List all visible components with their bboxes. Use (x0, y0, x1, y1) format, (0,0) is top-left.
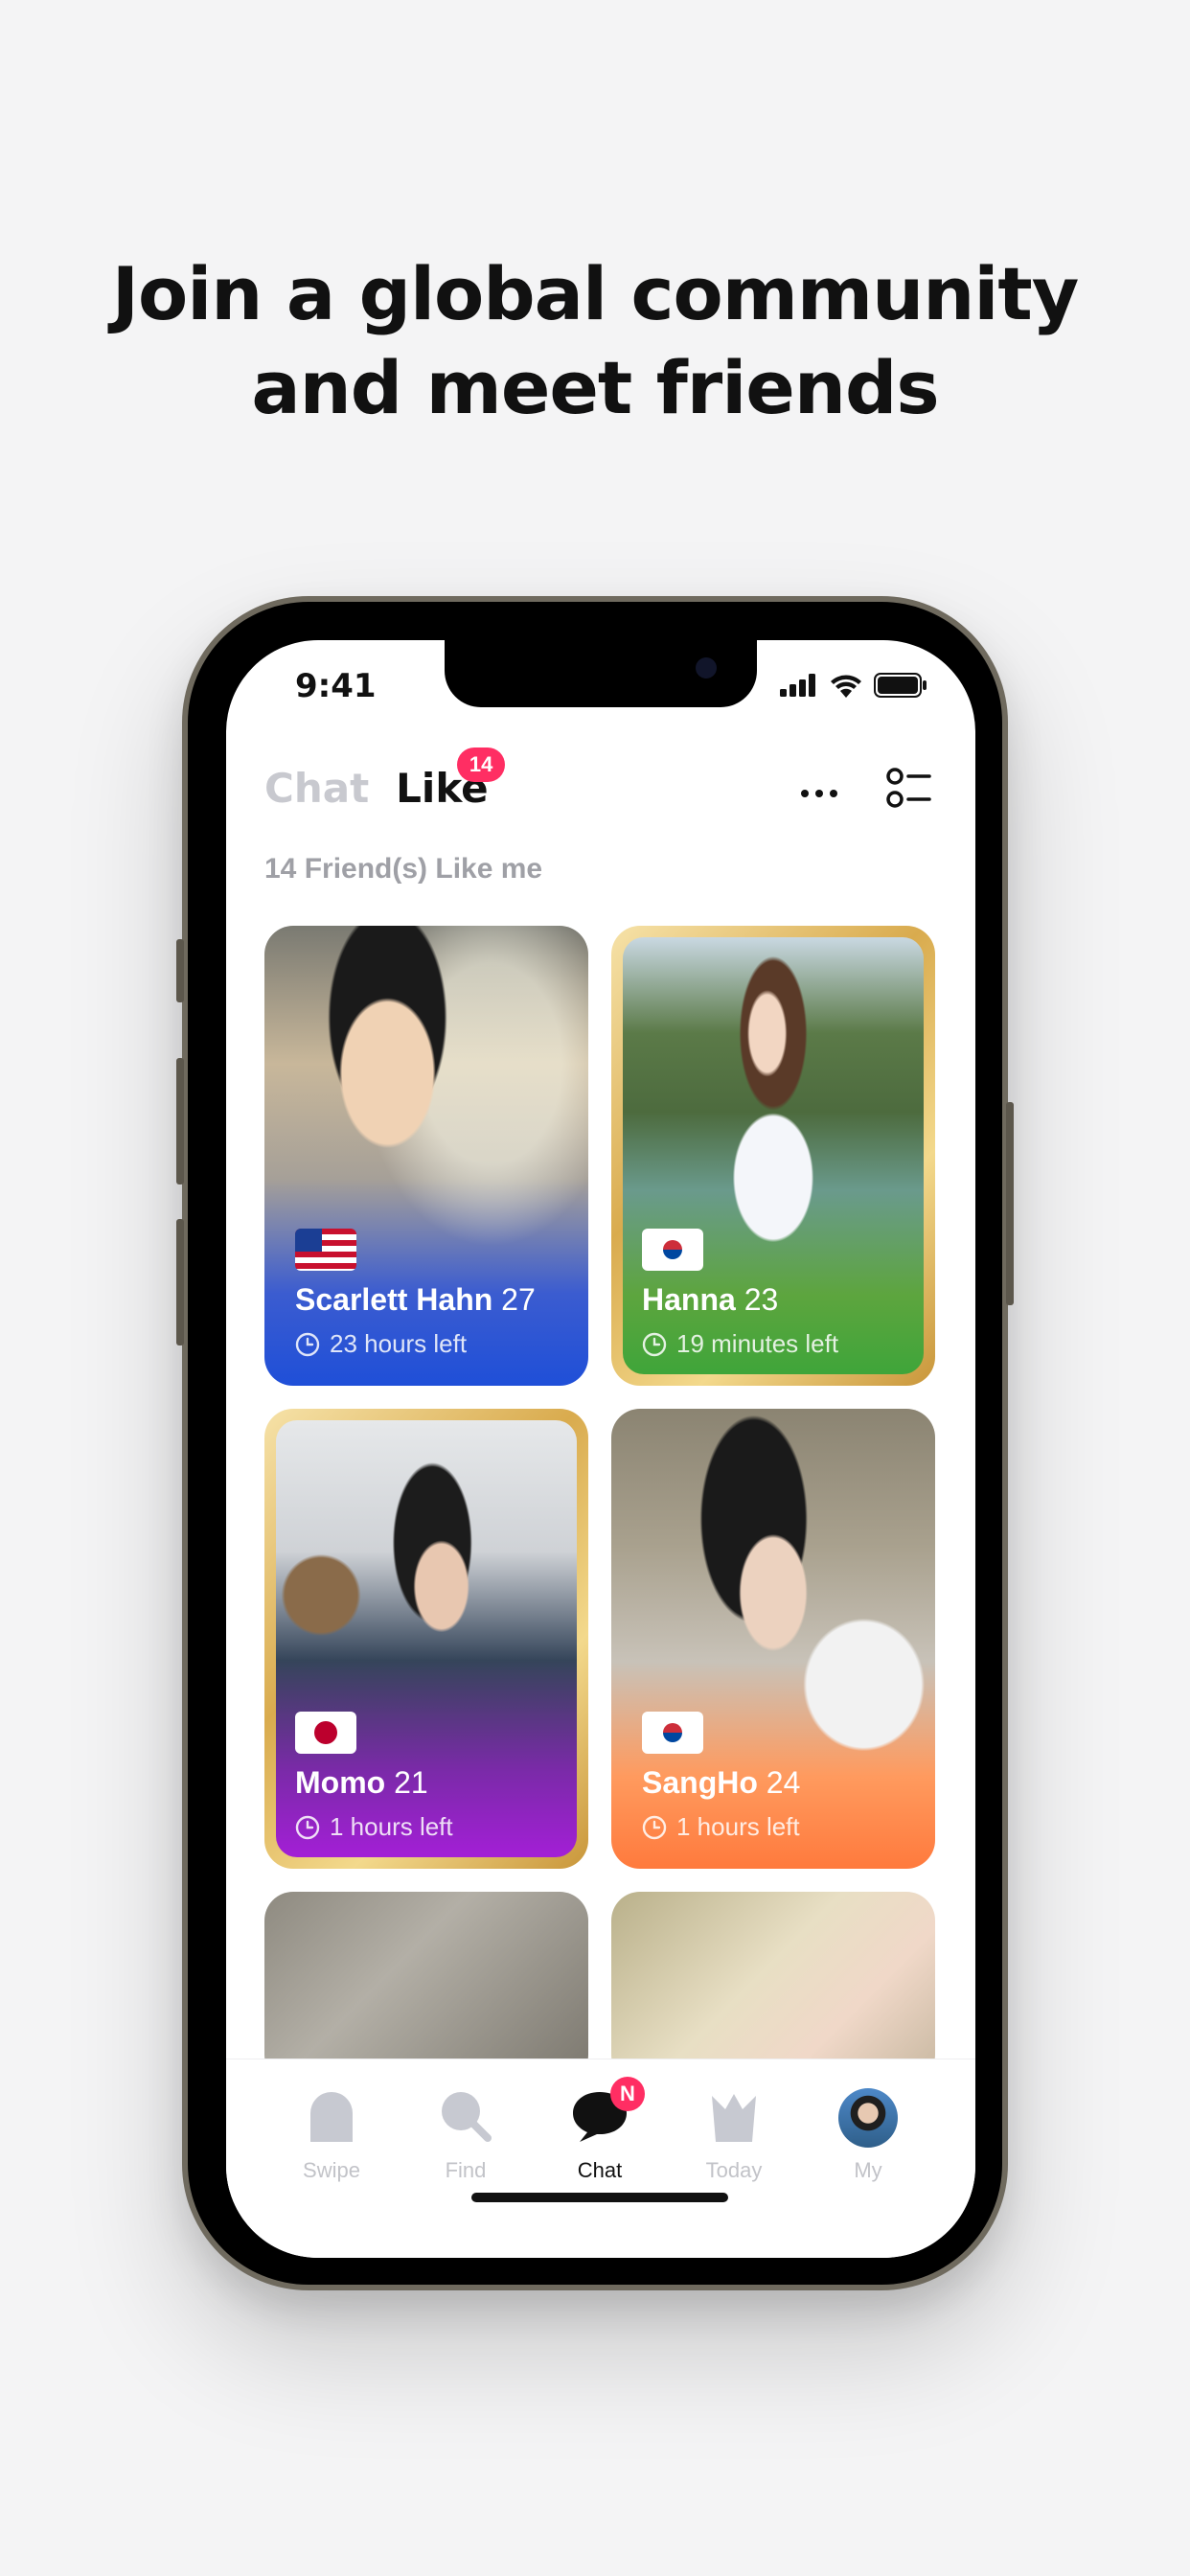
card-info: Hanna 23 19 minutes left (642, 1229, 838, 1359)
like-count-badge: 14 (457, 748, 506, 782)
header-tabs: Chat Like 14 (264, 748, 506, 812)
profile-card-premium[interactable]: Momo 21 1 hours left (264, 1409, 588, 1869)
crown-icon (712, 2094, 756, 2142)
tabbar-item-today[interactable]: Today (676, 2088, 791, 2183)
swipe-icon (310, 2092, 353, 2142)
phone-frame: 9:41 Chat Like 14 14 Friend(s) Like me S… (176, 596, 1014, 2290)
tabbar-item-find[interactable]: Find (408, 2088, 523, 2183)
volume-up-button (176, 1058, 184, 1184)
status-icons (780, 673, 927, 698)
volume-down-button (176, 1219, 184, 1346)
card-info: SangHo 24 1 hours left (642, 1712, 800, 1842)
filter-button[interactable] (885, 765, 933, 813)
time-left-label: 1 hours left (676, 1812, 800, 1841)
card-name: Scarlett Hahn (295, 1282, 493, 1317)
chat-new-badge: N (610, 2077, 645, 2111)
card-name-line: Momo 21 (295, 1765, 453, 1801)
more-button[interactable] (795, 774, 843, 813)
chat-icon-wrap: N (570, 2077, 645, 2147)
power-button (1006, 1102, 1014, 1305)
tab-chat[interactable]: Chat (264, 765, 369, 812)
card-time-left: 1 hours left (642, 1812, 800, 1842)
headline-line-1: Join a global community (111, 251, 1080, 336)
card-age: 21 (394, 1765, 428, 1800)
card-age: 27 (501, 1282, 536, 1317)
clock-icon (295, 1332, 320, 1356)
time-left-label: 1 hours left (330, 1812, 453, 1841)
kr-flag-icon (642, 1712, 703, 1754)
avatar-icon (838, 2088, 898, 2148)
card-time-left: 19 minutes left (642, 1329, 838, 1359)
profile-card[interactable]: SangHo 24 1 hours left (611, 1409, 935, 1869)
jp-flag-icon (295, 1712, 356, 1754)
phone-screen: 9:41 Chat Like 14 14 Friend(s) Like me S… (226, 640, 975, 2258)
profile-card[interactable]: Scarlett Hahn 27 23 hours left (264, 926, 588, 1386)
more-icon (801, 790, 837, 797)
tab-like[interactable]: Like 14 (396, 748, 506, 812)
filter-list-icon (886, 768, 931, 808)
signal-icon (780, 674, 815, 697)
clock-icon (642, 1815, 667, 1839)
profile-card-blurred[interactable] (611, 1892, 935, 2083)
phone-bezel: 9:41 Chat Like 14 14 Friend(s) Like me S… (188, 602, 1002, 2285)
tabbar-label: Chat (577, 2158, 623, 2182)
card-name: Momo (295, 1765, 386, 1800)
card-info: Momo 21 1 hours left (295, 1712, 453, 1842)
card-name-line: SangHo 24 (642, 1765, 800, 1801)
notch (445, 640, 757, 707)
profile-card-blurred[interactable] (264, 1892, 588, 2083)
tabbar-label: My (854, 2158, 882, 2182)
profile-card-premium[interactable]: Hanna 23 19 minutes left (611, 926, 935, 1386)
status-time: 9:41 (295, 667, 377, 705)
tabbar-label: Swipe (303, 2158, 360, 2182)
time-left-label: 19 minutes left (676, 1329, 839, 1358)
camera-icon (696, 657, 717, 678)
card-inner: Hanna 23 19 minutes left (623, 937, 924, 1374)
bottom-tab-bar: Swipe Find N Chat Today My (226, 2058, 975, 2258)
wifi-icon (831, 675, 861, 698)
card-inner: Momo 21 1 hours left (276, 1420, 577, 1857)
card-name-line: Scarlett Hahn 27 (295, 1282, 536, 1318)
kr-flag-icon (642, 1229, 703, 1271)
search-icon (442, 2092, 492, 2142)
card-age: 24 (766, 1765, 801, 1800)
clock-icon (642, 1332, 667, 1356)
card-age: 23 (744, 1282, 779, 1317)
headline-line-2: and meet friends (251, 345, 939, 430)
tabbar-label: Today (705, 2158, 763, 2182)
likes-count-subtitle: 14 Friend(s) Like me (264, 853, 543, 885)
tabbar-item-my[interactable]: My (811, 2088, 926, 2183)
card-time-left: 1 hours left (295, 1812, 453, 1842)
tabbar-label: Find (445, 2158, 487, 2182)
time-left-label: 23 hours left (330, 1329, 468, 1358)
card-info: Scarlett Hahn 27 23 hours left (295, 1229, 536, 1359)
card-name: SangHo (642, 1765, 758, 1800)
us-flag-icon (295, 1229, 356, 1271)
card-time-left: 23 hours left (295, 1329, 536, 1359)
card-name: Hanna (642, 1282, 736, 1317)
card-name-line: Hanna 23 (642, 1282, 838, 1318)
battery-icon (874, 673, 927, 698)
silent-switch (176, 939, 184, 1002)
clock-icon (295, 1815, 320, 1839)
tabbar-item-swipe[interactable]: Swipe (274, 2088, 389, 2183)
home-indicator[interactable] (471, 2193, 728, 2202)
headline: Join a global community and meet friends (0, 247, 1190, 435)
tabbar-item-chat[interactable]: N Chat (542, 2077, 657, 2183)
